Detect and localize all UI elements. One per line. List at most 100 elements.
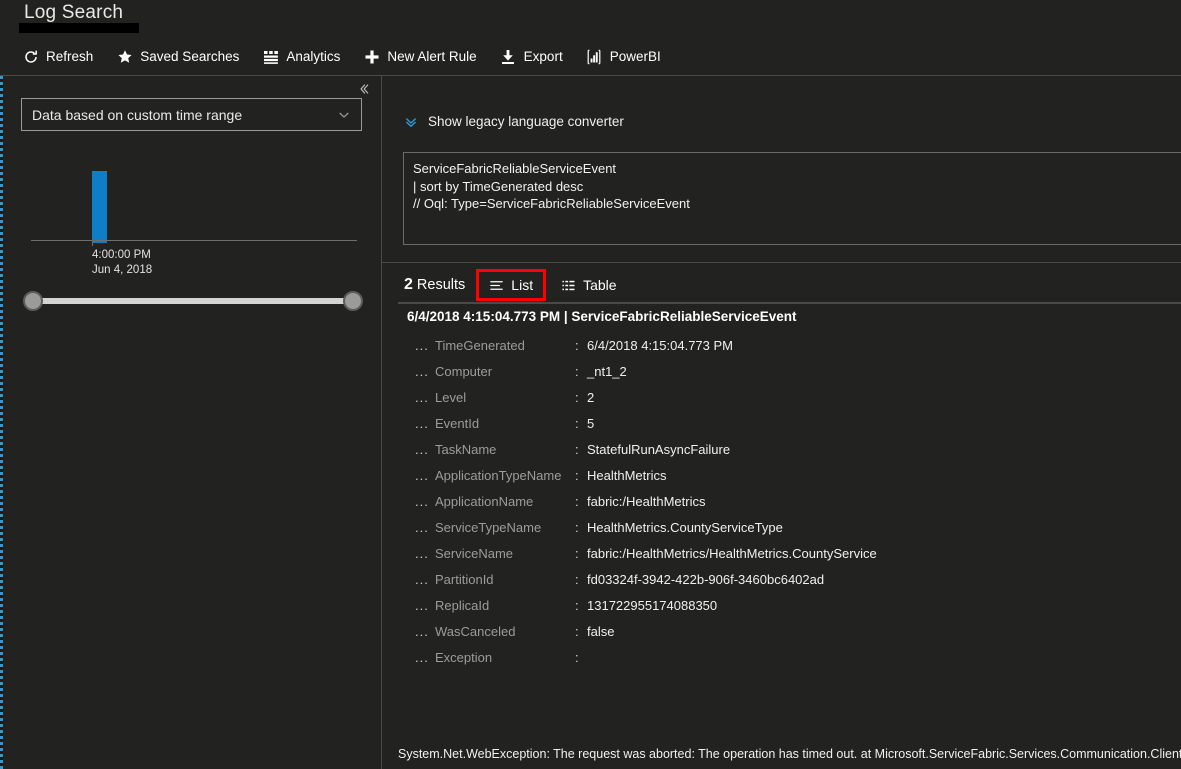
field-value: 6/4/2018 4:15:04.773 PM — [587, 337, 734, 353]
record-field-row: ... ServiceTypeName: HealthMetrics.CountyS… — [382, 514, 1181, 540]
field-name: ApplicationName — [435, 493, 534, 509]
field-name: Computer — [435, 363, 493, 379]
query-editor[interactable]: ServiceFabricReliableServiceEvent | sort… — [403, 152, 1181, 245]
tab-list-view[interactable]: List — [476, 269, 547, 301]
refresh-button[interactable]: Refresh — [18, 45, 104, 68]
field-expand-icon[interactable]: ... — [415, 520, 435, 535]
record-field-row: ... ServiceName: fabric:/HealthMetrics/Hea… — [382, 540, 1181, 566]
saved-searches-button[interactable]: Saved Searches — [112, 45, 250, 68]
time-range-select-value: Data based on custom time range — [32, 106, 243, 123]
field-colon: : — [575, 649, 579, 665]
histogram-bar[interactable] — [92, 171, 107, 243]
time-range-slider[interactable] — [23, 291, 363, 311]
exception-line: System.Net.WebException: The request was… — [398, 747, 1181, 761]
page-title: Log Search — [24, 2, 124, 23]
field-value: HealthMetrics — [587, 467, 667, 483]
powerbi-icon — [586, 48, 603, 65]
field-colon: : — [575, 519, 579, 535]
chevron-down-icon — [337, 108, 351, 122]
field-expand-icon[interactable]: ... — [415, 494, 435, 509]
download-icon — [500, 48, 517, 65]
field-name: TimeGenerated — [435, 337, 525, 353]
slider-handle-end[interactable] — [343, 291, 363, 311]
record-field-list: ... TimeGenerated:6/4/2018 4:15:04.773 PM… — [382, 332, 1181, 670]
legacy-converter-toggle[interactable]: Show legacy language converter — [404, 114, 624, 129]
results-toolbar: 2 Results List Table — [404, 269, 635, 301]
redacted-subtitle — [19, 23, 139, 33]
field-colon: : — [575, 363, 579, 379]
field-value: fabric:/HealthMetrics/HealthMetrics.Coun… — [587, 545, 877, 561]
slider-track — [32, 298, 354, 304]
record-field-row: ... ApplicationTypeName: HealthMetrics — [382, 462, 1181, 488]
field-colon: : — [575, 597, 579, 613]
page-header: Log Search Refresh Saved Searches Analyt… — [0, 0, 1181, 76]
results-count: 2 Results — [404, 276, 465, 294]
record-field-row: ... ApplicationName: fabric:/HealthMetrics — [382, 488, 1181, 514]
chevron-double-down-icon — [404, 115, 418, 129]
field-name: Exception — [435, 649, 493, 665]
command-toolbar: Refresh Saved Searches Analytics New Ale… — [18, 45, 680, 68]
slider-handle-start[interactable] — [23, 291, 43, 311]
field-colon: : — [575, 545, 579, 561]
powerbi-label: PowerBI — [609, 49, 661, 64]
field-expand-icon[interactable]: ... — [415, 390, 435, 405]
record-field-row: ... Exception: — [382, 644, 1181, 670]
field-value: HealthMetrics.CountyServiceType — [587, 519, 783, 535]
field-expand-icon[interactable]: ... — [415, 650, 435, 665]
time-range-select[interactable]: Data based on custom time range — [21, 98, 362, 131]
new-alert-rule-button[interactable]: New Alert Rule — [359, 45, 487, 68]
time-histogram[interactable] — [20, 168, 362, 243]
field-name: ApplicationTypeName — [435, 467, 562, 483]
export-label: Export — [523, 49, 563, 64]
log-search-page: Log Search Refresh Saved Searches Analyt… — [0, 0, 1181, 769]
exception-stacktrace: System.Net.WebException: The request was… — [382, 741, 1181, 769]
field-expand-icon[interactable]: ... — [415, 598, 435, 613]
field-expand-icon[interactable]: ... — [415, 416, 435, 431]
record-field-row: ... TaskName: StatefulRunAsyncFailure — [382, 436, 1181, 462]
results-header-divider — [398, 302, 1181, 304]
query-results-divider — [382, 262, 1181, 263]
star-icon — [116, 48, 133, 65]
record-field-row: ... Computer: _nt1_2 — [382, 358, 1181, 384]
refresh-icon — [22, 48, 39, 65]
export-button[interactable]: Export — [496, 45, 574, 68]
field-expand-icon[interactable]: ... — [415, 338, 435, 353]
field-name: WasCanceled — [435, 623, 516, 639]
analytics-button[interactable]: Analytics — [258, 45, 351, 68]
table-icon — [561, 278, 576, 293]
field-colon: : — [575, 389, 579, 405]
field-expand-icon[interactable]: ... — [415, 442, 435, 457]
chevron-double-left-icon[interactable] — [356, 81, 372, 97]
results-count-label: Results — [412, 277, 466, 293]
field-expand-icon[interactable]: ... — [415, 468, 435, 483]
refresh-label: Refresh — [46, 49, 94, 64]
field-expand-icon[interactable]: ... — [415, 624, 435, 639]
exception-lines: System.Net.WebException: The request was… — [398, 741, 1181, 769]
field-value: false — [587, 623, 615, 639]
field-expand-icon[interactable]: ... — [415, 546, 435, 561]
tab-list-label: List — [511, 277, 534, 293]
field-expand-icon[interactable]: ... — [415, 364, 435, 379]
field-name: TaskName — [435, 441, 497, 457]
record-header: 6/4/2018 4:15:04.773 PM | ServiceFabricR… — [407, 309, 797, 324]
saved-searches-label: Saved Searches — [140, 49, 240, 64]
field-name: ReplicaId — [435, 597, 490, 613]
tab-table-view[interactable]: Table — [551, 272, 626, 298]
field-value: 2 — [587, 389, 595, 405]
histogram-axis-line — [31, 240, 357, 241]
powerbi-button[interactable]: PowerBI — [582, 45, 672, 68]
histogram-x-date: Jun 4, 2018 — [92, 264, 153, 276]
record-field-row: ... TimeGenerated:6/4/2018 4:15:04.773 PM — [382, 332, 1181, 358]
field-value: fabric:/HealthMetrics — [587, 493, 706, 509]
field-colon: : — [575, 493, 579, 509]
analytics-icon — [262, 48, 279, 65]
field-value: 5 — [587, 415, 595, 431]
field-value: fd03324f-3942-422b-906f-3460bc6402ad — [587, 571, 825, 587]
tab-table-label: Table — [583, 277, 617, 293]
field-name: PartitionId — [435, 571, 494, 587]
field-expand-icon[interactable]: ... — [415, 572, 435, 587]
record-field-row: ... ReplicaId:131722955174088350 — [382, 592, 1181, 618]
query-results-panel: Show legacy language converter ServiceFa… — [382, 76, 1181, 769]
histogram-x-time: 4:00:00 PM — [92, 249, 151, 261]
record-field-row: ... EventId:5 — [382, 410, 1181, 436]
